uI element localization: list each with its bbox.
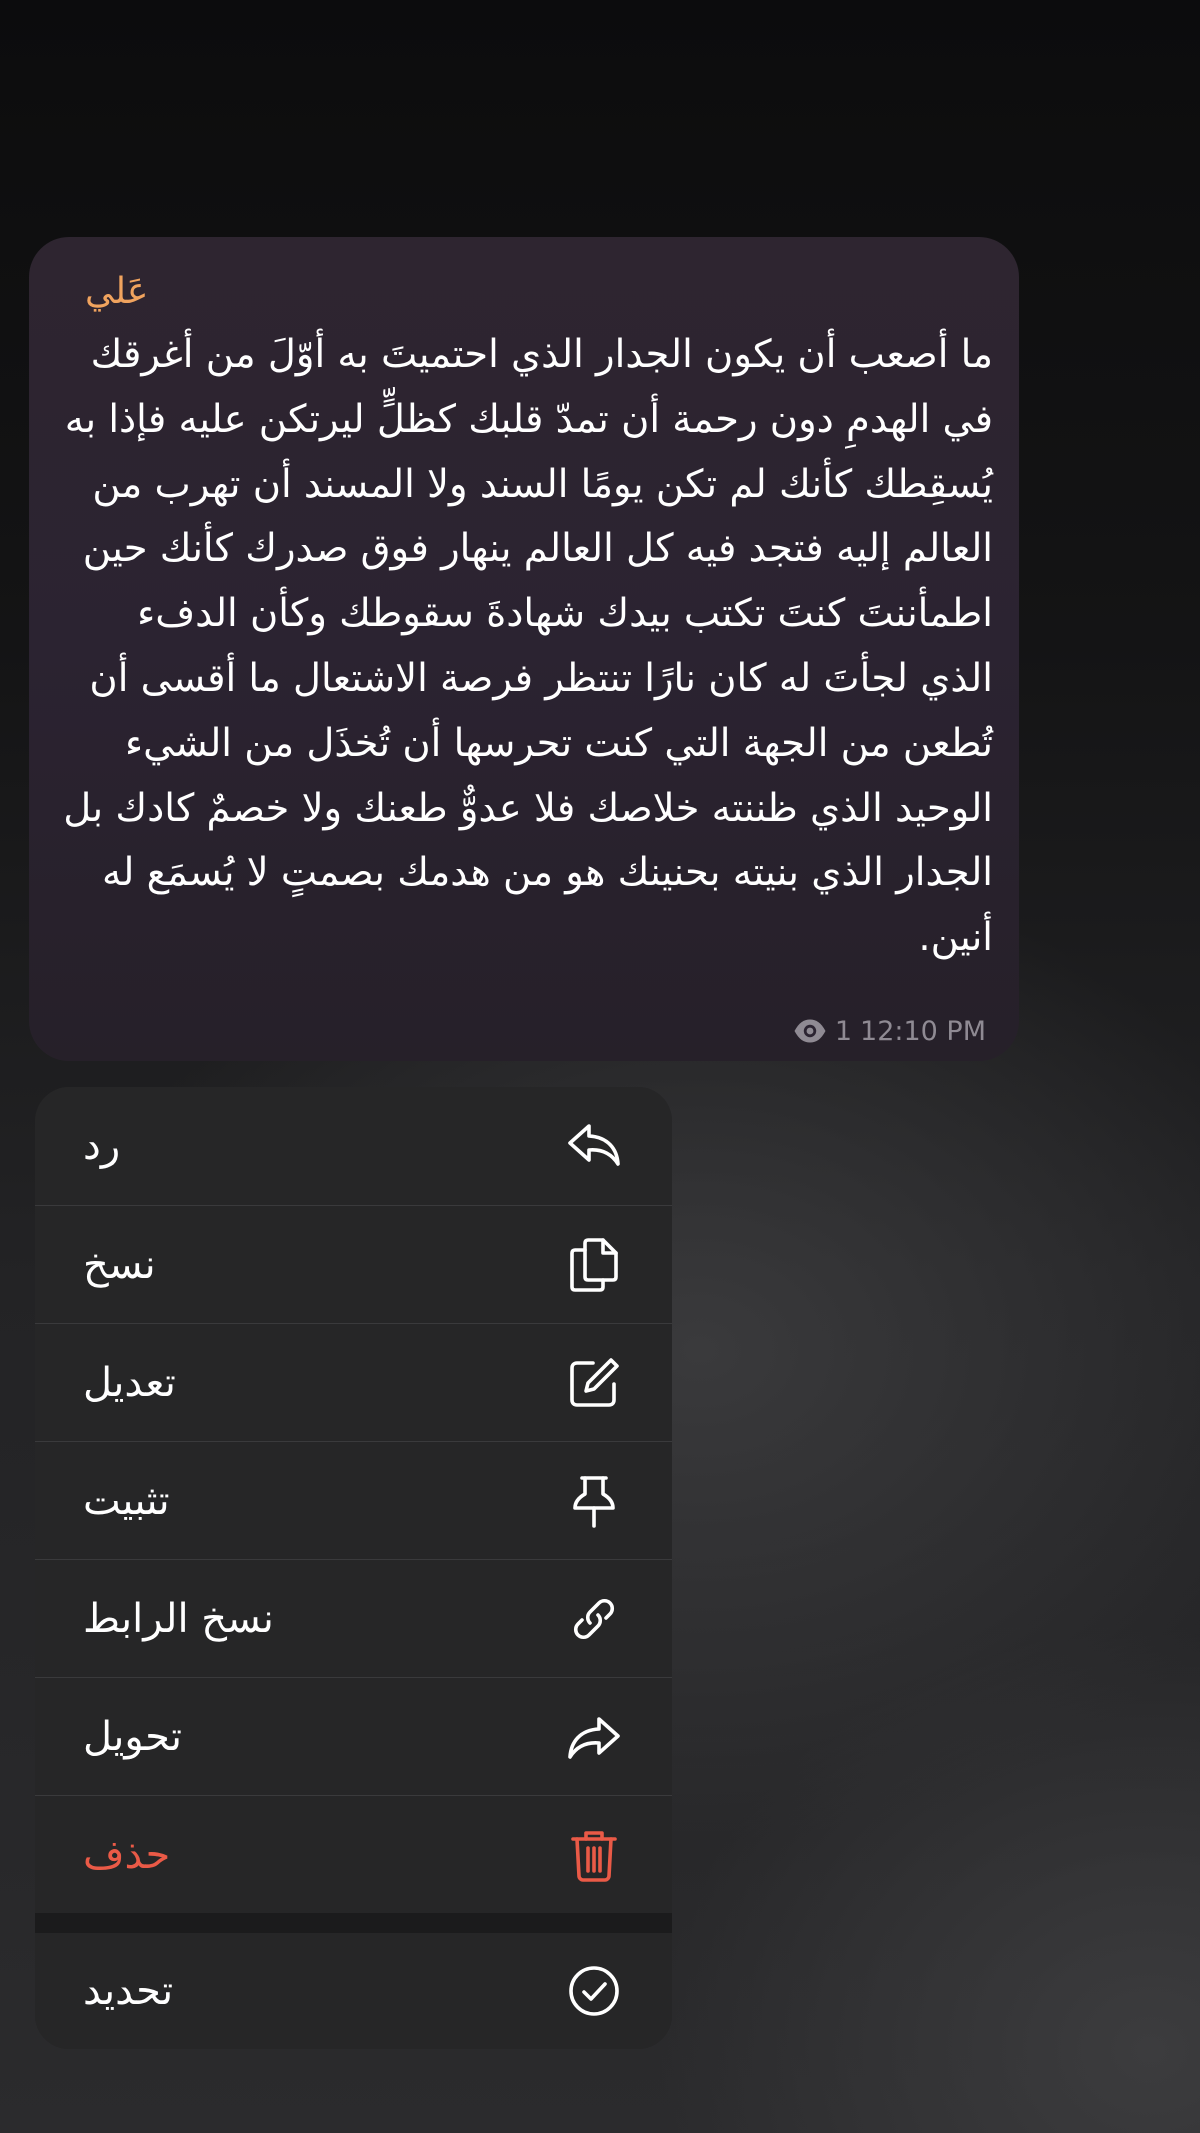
context-menu: رد نسخ تعديل تثبيت نسخ الرابط تحويل حذف … [35, 1087, 672, 2049]
message-bubble[interactable]: عَلي ما أصعب أن يكون الجدار الذي احتميتَ… [29, 237, 1019, 1061]
menu-item-label: نسخ الرابط [83, 1595, 274, 1642]
edit-icon [566, 1355, 622, 1411]
menu-item-reply[interactable]: رد [35, 1087, 672, 1205]
menu-item-copy-link[interactable]: نسخ الرابط [35, 1559, 672, 1677]
trash-icon [566, 1827, 622, 1883]
menu-item-copy[interactable]: نسخ [35, 1205, 672, 1323]
menu-item-label: تحديد [83, 1968, 174, 2014]
copy-icon [566, 1237, 622, 1293]
pin-icon [566, 1473, 622, 1529]
message-text: ما أصعب أن يكون الجدار الذي احتميتَ به أ… [63, 332, 993, 961]
menu-item-pin[interactable]: تثبيت [35, 1441, 672, 1559]
menu-item-label: حذف [83, 1831, 171, 1878]
menu-item-label: نسخ [83, 1241, 156, 1288]
forward-icon [566, 1709, 622, 1765]
menu-item-label: تحويل [83, 1713, 183, 1760]
menu-item-label: تعديل [83, 1359, 176, 1406]
menu-item-edit[interactable]: تعديل [35, 1323, 672, 1441]
link-icon [566, 1591, 622, 1647]
message-meta: 1 12:10 PM [793, 1011, 986, 1051]
view-count: 1 [834, 1015, 853, 1047]
check-circle-icon [566, 1963, 622, 2019]
menu-item-label: رد [83, 1123, 121, 1169]
eye-icon [793, 1018, 827, 1044]
menu-item-label: تثبيت [83, 1477, 170, 1524]
message-time: 12:10 PM [860, 1015, 986, 1047]
sender-name: عَلي [85, 271, 149, 312]
menu-item-delete[interactable]: حذف [35, 1795, 672, 1913]
menu-item-select[interactable]: تحديد [35, 1933, 672, 2049]
reply-icon [566, 1118, 622, 1174]
menu-separator [35, 1913, 672, 1933]
menu-item-forward[interactable]: تحويل [35, 1677, 672, 1795]
